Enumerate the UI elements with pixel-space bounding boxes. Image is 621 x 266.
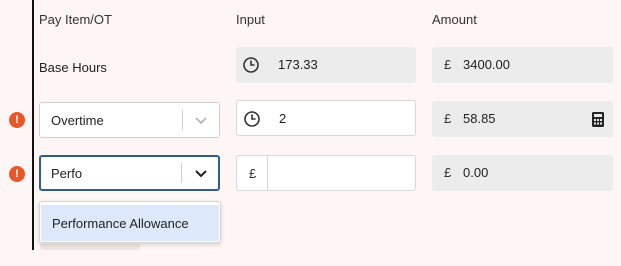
select-separator	[182, 110, 183, 130]
amount-value: 58.85	[463, 111, 496, 126]
currency-symbol: £	[444, 165, 452, 180]
currency-symbol: £	[444, 111, 452, 126]
base-hours-label: Base Hours	[39, 60, 107, 75]
overtime-hours-input[interactable]: 2	[236, 100, 416, 136]
base-hours-value: 173.33	[278, 57, 318, 72]
chevron-down-icon[interactable]	[191, 110, 211, 130]
allowance-input[interactable]: £	[236, 155, 416, 191]
currency-symbol: £	[444, 57, 452, 72]
chevron-down-icon[interactable]	[191, 163, 211, 183]
overtime-hours-value: 2	[279, 111, 287, 126]
dropdown-option[interactable]: Performance Allowance	[41, 205, 219, 241]
pay-item-header: Pay Item/OT	[39, 12, 112, 27]
amount-value: 0.00	[463, 165, 489, 180]
obscured-button	[40, 244, 140, 250]
alert-icon: !	[9, 112, 25, 128]
row-group-divider	[32, 0, 34, 250]
input-prefix-divider	[267, 156, 268, 190]
input-header: Input	[236, 12, 265, 27]
base-hours-input: 173.33	[236, 47, 416, 83]
clock-icon	[244, 111, 260, 127]
select-search-text[interactable]: Perfo	[51, 166, 82, 181]
calculator-icon[interactable]	[592, 112, 604, 127]
amount-header: Amount	[432, 12, 477, 27]
overtime-amount: £ 58.85	[432, 101, 613, 137]
pay-item-dropdown-menu: Performance Allowance	[39, 201, 221, 243]
alert-icon: !	[9, 166, 25, 182]
overtime-select[interactable]: Overtime	[39, 102, 220, 138]
clock-icon	[243, 57, 259, 73]
amount-value: 3400.00	[463, 57, 510, 72]
allowance-amount: £ 0.00	[432, 155, 613, 191]
select-separator	[181, 163, 182, 183]
pay-item-select[interactable]: Perfo	[39, 155, 220, 191]
currency-symbol: £	[249, 166, 257, 181]
select-value: Overtime	[51, 113, 104, 128]
base-hours-amount: £ 3400.00	[432, 47, 613, 83]
